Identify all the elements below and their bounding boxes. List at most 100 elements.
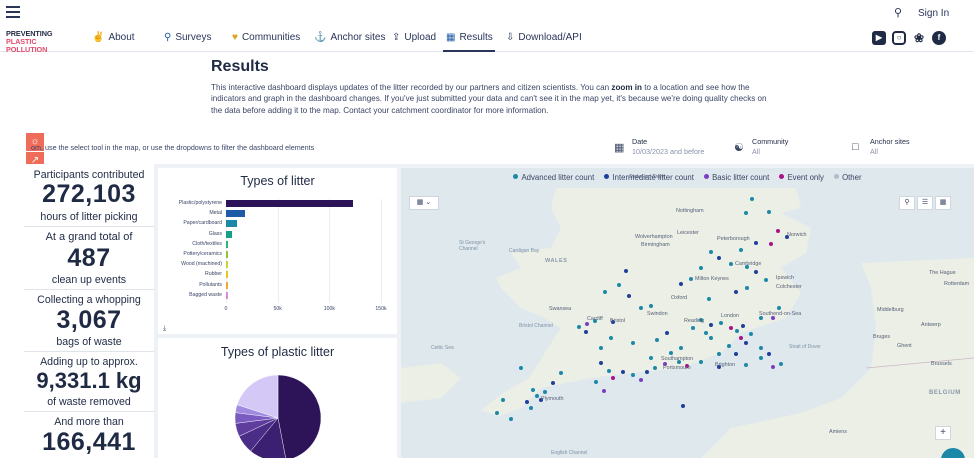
- zoom-in-button[interactable]: +: [935, 426, 951, 440]
- map-point[interactable]: [707, 297, 711, 301]
- map-point[interactable]: [617, 283, 621, 287]
- litter-bar[interactable]: [226, 291, 228, 299]
- map-point[interactable]: [767, 352, 771, 356]
- map-point[interactable]: [727, 344, 731, 348]
- map-point[interactable]: [777, 306, 781, 310]
- map-point[interactable]: [709, 250, 713, 254]
- map-point[interactable]: [709, 336, 713, 340]
- map-point[interactable]: [689, 277, 693, 281]
- plastic-pie-slice[interactable]: [277, 374, 322, 458]
- map-point[interactable]: [607, 369, 611, 373]
- instagram-icon[interactable]: ○: [892, 31, 906, 45]
- map-point[interactable]: [771, 365, 775, 369]
- map-point[interactable]: [735, 329, 739, 333]
- map-point[interactable]: [603, 290, 607, 294]
- map-point[interactable]: [739, 336, 743, 340]
- map-point[interactable]: [665, 331, 669, 335]
- map-point[interactable]: [744, 211, 748, 215]
- map-point[interactable]: [509, 417, 513, 421]
- map-point[interactable]: [655, 338, 659, 342]
- nav-communities[interactable]: ♥ Communities: [232, 32, 300, 43]
- map-point[interactable]: [653, 366, 657, 370]
- map-point[interactable]: [525, 400, 529, 404]
- nav-upload[interactable]: ⇪ Upload: [392, 32, 436, 43]
- map-point[interactable]: [543, 390, 547, 394]
- map-point[interactable]: [699, 360, 703, 364]
- map-point[interactable]: [645, 370, 649, 374]
- litter-bar[interactable]: [226, 251, 228, 258]
- litter-map[interactable]: Advanced litter count Intermediate litte…: [401, 168, 974, 458]
- legend-event-only[interactable]: Event only: [779, 173, 824, 182]
- nav-results[interactable]: ▦ Results: [446, 32, 493, 43]
- map-point[interactable]: [779, 362, 783, 366]
- legend-advanced[interactable]: Advanced litter count: [513, 173, 594, 182]
- map-point[interactable]: [750, 197, 754, 201]
- map-basemap-icon[interactable]: ▦: [935, 196, 951, 210]
- map-point[interactable]: [631, 373, 635, 377]
- map-point[interactable]: [531, 388, 535, 392]
- sign-in-link[interactable]: Sign In: [918, 8, 949, 19]
- map-point[interactable]: [679, 282, 683, 286]
- map-point[interactable]: [749, 332, 753, 336]
- litter-bar[interactable]: [226, 261, 228, 269]
- site-logo[interactable]: PREVENTING PLASTIC POLLUTION: [6, 30, 70, 54]
- map-point[interactable]: [599, 361, 603, 365]
- nav-about[interactable]: ✌ About: [92, 32, 135, 43]
- map-point[interactable]: [669, 351, 673, 355]
- map-point[interactable]: [621, 370, 625, 374]
- map-list-icon[interactable]: ☰: [917, 196, 933, 210]
- map-point[interactable]: [769, 242, 773, 246]
- litter-bar[interactable]: [226, 200, 354, 207]
- map-point[interactable]: [602, 389, 606, 393]
- map-point[interactable]: [729, 326, 733, 330]
- map-point[interactable]: [559, 371, 563, 375]
- map-point[interactable]: [681, 404, 685, 408]
- map-point[interactable]: [729, 262, 733, 266]
- map-point[interactable]: [529, 406, 533, 410]
- map-point[interactable]: [649, 356, 653, 360]
- legend-other[interactable]: Other: [834, 173, 862, 182]
- map-point[interactable]: [535, 394, 539, 398]
- map-point[interactable]: [624, 269, 628, 273]
- map-search-icon[interactable]: ⚲: [899, 196, 915, 210]
- legend-basic[interactable]: Basic litter count: [704, 173, 769, 182]
- map-point[interactable]: [501, 398, 505, 402]
- search-icon[interactable]: ⚲: [894, 6, 902, 19]
- map-point[interactable]: [551, 381, 555, 385]
- map-point[interactable]: [704, 331, 708, 335]
- map-point[interactable]: [599, 346, 603, 350]
- map-point[interactable]: [744, 341, 748, 345]
- map-point[interactable]: [739, 248, 743, 252]
- youtube-icon[interactable]: ▶: [872, 31, 886, 45]
- map-point[interactable]: [584, 330, 588, 334]
- map-point[interactable]: [691, 326, 695, 330]
- map-point[interactable]: [734, 352, 738, 356]
- map-point[interactable]: [649, 304, 653, 308]
- map-point[interactable]: [719, 321, 723, 325]
- map-point[interactable]: [741, 324, 745, 328]
- map-point[interactable]: [594, 380, 598, 384]
- map-point[interactable]: [577, 325, 581, 329]
- map-point[interactable]: [679, 346, 683, 350]
- map-point[interactable]: [631, 341, 635, 345]
- map-point[interactable]: [699, 266, 703, 270]
- litter-bar[interactable]: [226, 230, 233, 238]
- nav-download-api[interactable]: ⇩ Download/API: [506, 32, 582, 43]
- map-point[interactable]: [627, 294, 631, 298]
- litter-bar[interactable]: [226, 220, 237, 228]
- nav-surveys[interactable]: ⚲ Surveys: [164, 32, 211, 43]
- twitter-icon[interactable]: ❀: [912, 31, 926, 45]
- nav-anchor-sites[interactable]: ⚓ Anchor sites: [314, 32, 385, 43]
- map-point[interactable]: [759, 356, 763, 360]
- map-point[interactable]: [717, 352, 721, 356]
- select-tool-button[interactable]: ▦ ⌄: [409, 196, 439, 210]
- map-point[interactable]: [585, 322, 589, 326]
- map-point[interactable]: [776, 229, 780, 233]
- hamburger-icon[interactable]: [6, 6, 20, 18]
- map-point[interactable]: [639, 306, 643, 310]
- download-icon[interactable]: ⤓: [163, 325, 166, 333]
- map-point[interactable]: [611, 376, 615, 380]
- map-point[interactable]: [734, 290, 738, 294]
- map-point[interactable]: [754, 270, 758, 274]
- map-point[interactable]: [495, 411, 499, 415]
